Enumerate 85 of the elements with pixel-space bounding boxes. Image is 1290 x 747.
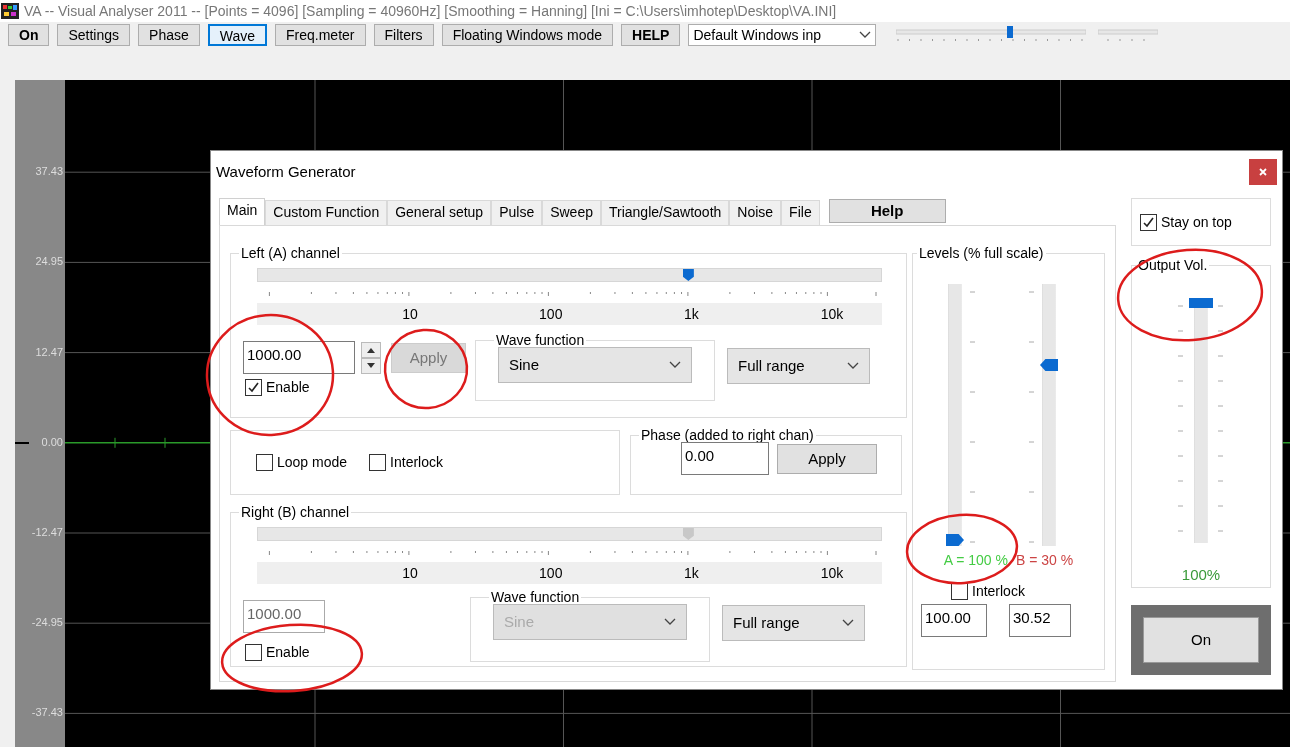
level-readout: B = 30 % (1016, 552, 1074, 569)
chevron-icon (859, 31, 872, 39)
axis-label: -37.43 (31, 706, 63, 720)
toolbar-button[interactable]: Floating Windows mode (441, 24, 614, 46)
checkbox[interactable] (1140, 213, 1157, 231)
level-readout: A = 100 % (943, 552, 1008, 569)
on-button[interactable]: On (1143, 617, 1259, 663)
checkbox-label: Interlock (972, 582, 1025, 600)
scale-label: 1k (684, 565, 699, 582)
scale-label: 10 (402, 306, 418, 323)
checkbox-label: Stay on top (1161, 213, 1232, 231)
tab[interactable]: File (781, 200, 820, 225)
apply-button[interactable]: Apply (777, 443, 877, 474)
tab[interactable]: General setup (387, 200, 492, 225)
checkbox-label: Loop mode (277, 454, 348, 471)
scale-label: 10k (820, 306, 844, 323)
slider-thumb[interactable] (1189, 298, 1213, 308)
range-dropdown[interactable]: Full range (727, 348, 870, 384)
group-title: Phase (added to right chan) (640, 428, 815, 442)
app-icon (1, 3, 19, 19)
phase-field[interactable]: 0.00 (681, 442, 769, 475)
chevron-icon (664, 618, 676, 626)
group-title: Wave function (490, 590, 581, 604)
scale-label: 1k (684, 306, 699, 323)
tab[interactable]: Pulse (491, 200, 543, 225)
spin-buttons[interactable] (361, 341, 381, 374)
slider-thumb[interactable] (1040, 359, 1058, 371)
axis-label: 0.00 (41, 435, 63, 449)
wave-function-dropdown[interactable]: Sine (498, 347, 692, 383)
checkbox[interactable] (245, 379, 262, 396)
checkbox-label: Enable (266, 644, 310, 661)
checkbox[interactable] (245, 644, 262, 661)
slider-track[interactable] (257, 268, 882, 282)
tab[interactable]: Custom Function (265, 200, 388, 225)
tab[interactable]: Sweep (542, 200, 601, 225)
slider-thumb[interactable] (946, 534, 964, 546)
input-device-dropdown[interactable]: Default Windows inp (688, 24, 877, 46)
axis-label: -24.95 (31, 616, 63, 630)
chevron-icon (669, 361, 681, 369)
chevron-icon (847, 362, 859, 370)
zero-marker (15, 441, 29, 444)
checkbox-label: Interlock (390, 454, 443, 471)
scale-label: 10 (402, 565, 418, 582)
axis-label: -12.47 (31, 526, 63, 540)
toolbar-button[interactable]: Phase (138, 24, 200, 46)
axis-label: 12.47 (35, 345, 63, 359)
slider-thumb[interactable] (682, 269, 694, 281)
group-title: Wave function (495, 333, 586, 347)
scale-label: 100 (539, 565, 563, 582)
frequency-field[interactable]: 1000.00 (243, 341, 355, 374)
tab[interactable]: Triangle/Sawtooth (601, 200, 730, 225)
group-title: Right (B) channel (240, 505, 351, 519)
chevron-icon (842, 619, 854, 627)
volume-readout: 100% (1180, 566, 1222, 584)
close-button[interactable] (1249, 159, 1277, 185)
tab[interactable]: Noise (729, 200, 782, 225)
tab[interactable]: Main (219, 198, 266, 225)
group-title: Left (A) channel (240, 246, 341, 260)
toolbar-button[interactable]: Settings (57, 24, 131, 46)
frequency-field: 1000.00 (243, 600, 325, 633)
group-title: Output Vol. (1137, 258, 1209, 272)
close-icon (1258, 167, 1268, 177)
slider-track[interactable] (1098, 26, 1159, 44)
apply-button: Apply (391, 342, 466, 373)
toolbar-button[interactable]: Freq.meter (275, 24, 366, 46)
checkbox-label: Enable (266, 379, 310, 396)
range-dropdown[interactable]: Full range (722, 605, 865, 641)
scale-label: 100 (539, 306, 563, 323)
checkbox[interactable] (256, 454, 273, 471)
toolbar-button[interactable]: Wave (207, 24, 268, 46)
checkbox[interactable] (369, 454, 387, 471)
toolbar-button[interactable]: HELP (621, 24, 681, 46)
level-field[interactable]: 100.00 (921, 603, 987, 637)
axis-label: 37.43 (35, 165, 63, 179)
slider-thumb[interactable] (1006, 26, 1013, 38)
dialog-title: Waveform Generator (216, 163, 356, 181)
level-slider[interactable] (896, 26, 1087, 44)
help-button[interactable]: Help (828, 199, 946, 223)
level-field[interactable]: 30.52 (1009, 603, 1071, 637)
group-title: Levels (% full scale) (918, 246, 1045, 260)
toolbar-button[interactable]: On (8, 24, 50, 46)
axis-label: 24.95 (35, 255, 63, 269)
toolbar-button[interactable]: Filters (373, 24, 434, 46)
window-title: VA -- Visual Analyser 2011 -- [Points = 4096] [Sampling = 40960Hz] [Smoothing = Hanning] [Ini = C:\Users\imhotep\Desktop\VA.INI] (24, 2, 837, 20)
scale-label: 10k (820, 565, 844, 582)
